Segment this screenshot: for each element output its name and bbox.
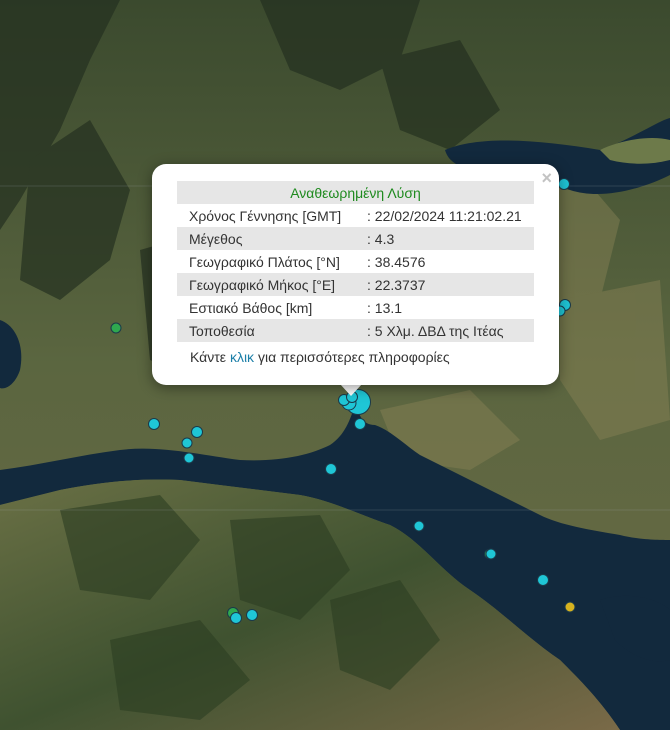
event-marker-yellow[interactable] — [564, 601, 576, 613]
more-info-suffix: για περισσότερες πληροφορίες — [257, 349, 450, 365]
detail-value: : 22.3737 — [367, 273, 534, 296]
detail-value: : 13.1 — [367, 299, 403, 316]
event-marker-cyan[interactable] — [230, 612, 242, 624]
detail-value: : 22/02/2024 11:21:02.21 — [367, 207, 522, 224]
event-marker-cyan[interactable] — [148, 418, 160, 430]
detail-label: Γεωγραφικό Πλάτος [°N] — [189, 253, 340, 270]
detail-label: Τοποθεσία — [177, 319, 367, 342]
popup-title: Αναθεωρημένη Λύση — [177, 181, 534, 204]
more-info-prefix: Κάντε — [190, 349, 227, 365]
detail-value: : 4.3 — [367, 227, 534, 250]
more-info-link[interactable]: κλικ — [230, 349, 254, 365]
event-marker-cyan[interactable] — [191, 426, 203, 438]
detail-value: : 5 Χλμ. ΔΒΔ της Ιτέας — [367, 319, 534, 342]
close-icon[interactable]: × — [541, 168, 552, 188]
popup-title-row: Αναθεωρημένη Λύση — [177, 181, 534, 204]
detail-row-location: Τοποθεσία : 5 Χλμ. ΔΒΔ της Ιτέας — [177, 319, 534, 342]
event-marker-cyan[interactable] — [181, 437, 193, 449]
event-marker-cyan[interactable] — [354, 418, 366, 430]
event-marker-cyan[interactable] — [537, 574, 549, 586]
event-marker-cyan[interactable] — [485, 548, 497, 560]
event-info-popup: × Αναθεωρημένη Λύση Χρόνος Γέννησης [GMT… — [152, 164, 559, 385]
detail-row-longitude: Γεωγραφικό Μήκος [°E] : 22.3737 — [177, 273, 534, 296]
detail-row-magnitude: Μέγεθος : 4.3 — [177, 227, 534, 250]
event-details-table: Αναθεωρημένη Λύση Χρόνος Γέννησης [GMT] … — [177, 181, 534, 342]
detail-label: Χρόνος Γέννησης [GMT] — [189, 207, 342, 224]
detail-label: Εστιακό Βάθος [km] — [189, 299, 313, 316]
event-marker-cyan[interactable] — [413, 520, 425, 532]
more-info-text: Κάντε κλικ για περισσότερες πληροφορίες — [190, 349, 450, 365]
detail-row-latitude: Γεωγραφικό Πλάτος [°N] : 38.4576 — [177, 250, 534, 273]
detail-label: Μέγεθος — [177, 227, 367, 250]
detail-value: : 38.4576 — [367, 253, 426, 270]
event-marker-cyan[interactable] — [183, 452, 195, 464]
detail-label: Γεωγραφικό Μήκος [°E] — [177, 273, 367, 296]
popup-tip — [340, 384, 362, 396]
event-marker-cyan[interactable] — [246, 609, 258, 621]
event-marker-cyan[interactable] — [558, 178, 570, 190]
detail-row-origin-time: Χρόνος Γέννησης [GMT] : 22/02/2024 11:21… — [177, 204, 534, 227]
event-marker-cyan[interactable] — [325, 463, 337, 475]
detail-row-depth: Εστιακό Βάθος [km] : 13.1 — [177, 296, 534, 319]
event-marker-green[interactable] — [110, 322, 122, 334]
